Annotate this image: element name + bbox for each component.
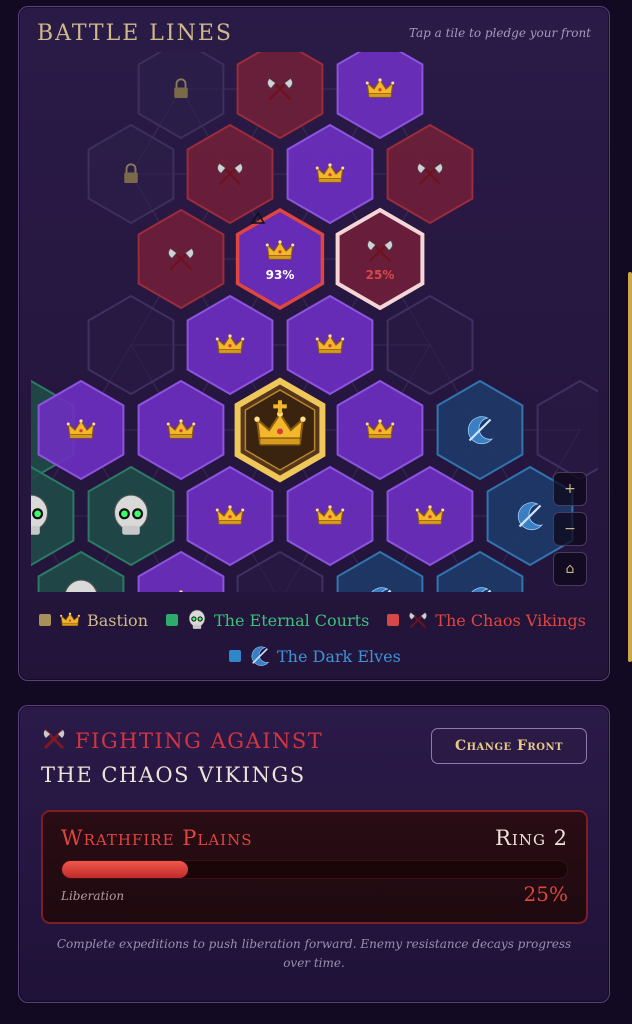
zone-card: Wrathfire Plains Ring 2 Liberation 25% [41,810,588,924]
hex-tile-bastion[interactable] [137,379,225,481]
hex-tile-bastion[interactable] [137,550,225,592]
crossed-axes-icon [407,609,429,631]
skull-icon [186,609,208,631]
hex-tile-eternal[interactable] [87,465,175,567]
moon-blade-icon [251,646,270,666]
tile-progress: 93% [266,268,295,282]
skull-icon [188,609,206,629]
hex-tile-bastion[interactable] [286,123,374,225]
legend-item: The Chaos Vikings [387,609,586,631]
hex-map[interactable]: 93% 25% + − ⌂ [31,52,598,592]
hex-tile-bastion[interactable] [186,465,274,567]
ring-label: Ring 2 [495,826,568,850]
legend-swatch [229,650,241,662]
legend-label: The Chaos Vikings [435,610,586,630]
hex-tile-elves[interactable] [336,550,424,592]
legend-item: Bastion [39,609,148,631]
hex-tile-locked[interactable] [137,52,225,140]
legend-label: The Dark Elves [277,646,401,666]
enemy-faction-name: THE CHAOS VIKINGS [41,763,306,787]
crown-icon [59,609,81,631]
legend-swatch [166,614,178,626]
zone-name: Wrathfire Plains [61,826,253,850]
hex-tile-chaos[interactable] [186,123,274,225]
front-panel: FIGHTING AGAINST THE CHAOS VIKINGS Chang… [18,705,610,1003]
hex-tile-bastion[interactable] [336,52,424,140]
legend-swatch [39,614,51,626]
hex-tile-bastion[interactable]: 93% [235,207,325,311]
hex-tile-chaos[interactable] [386,123,474,225]
legend-label: The Eternal Courts [214,610,370,630]
liberation-progress-fill [62,861,189,878]
hex-tile-bastion[interactable] [286,465,374,567]
liberation-progress-bar [61,860,568,879]
panel-title: BATTLE LINES [37,21,233,46]
change-front-button[interactable]: Change Front [431,728,587,764]
legend-row: The Dark Elves [229,645,419,667]
front-note: Complete expeditions to push liberation … [56,937,572,970]
tile-progress: 25% [366,268,395,282]
hex-tile-empty[interactable] [236,550,324,592]
battle-lines-panel: BATTLE LINES Tap a tile to pledge your f… [18,6,610,681]
legend-row: Bastion The Eternal Courts The Chaos Vikin… [39,609,604,631]
liberation-label: Liberation [61,889,125,903]
page-scrollbar[interactable] [628,272,632,662]
legend-item: The Eternal Courts [166,609,369,631]
hex-tile-bastion[interactable] [186,294,274,396]
panel-hint: Tap a tile to pledge your front [408,26,591,40]
hex-tile-bastion[interactable] [286,294,374,396]
crossed-axes-icon [41,726,67,756]
zoom-in-button[interactable]: + [553,472,587,506]
hex-tile-elves[interactable] [436,379,524,481]
hex-tile-bastion[interactable] [336,379,424,481]
hex-tile-empty[interactable] [87,294,175,396]
legend-label: Bastion [87,610,148,630]
hex-tile-empty[interactable] [536,379,598,481]
hex-map-canvas[interactable]: 93% 25% [31,52,598,592]
hex-tile-chaos[interactable] [236,52,324,140]
liberation-percent: 25% [523,882,568,906]
zoom-out-button[interactable]: − [553,512,587,546]
hex-tile-eternal[interactable] [31,465,75,567]
hex-tile-bastion[interactable] [386,465,474,567]
crossed-axes-icon [409,612,428,628]
crown-icon [60,612,80,627]
fighting-against-label: FIGHTING AGAINST [75,729,324,753]
hex-tile-chaos[interactable] [137,208,225,310]
hex-tile-locked[interactable] [87,123,175,225]
hex-tile-eternal[interactable] [37,550,125,592]
hex-tile-elves[interactable] [436,550,524,592]
legend-item: The Dark Elves [229,645,401,667]
legend-swatch [387,614,400,626]
moon-blade-icon [249,645,271,667]
hex-tile-empty[interactable] [386,294,474,396]
hex-tile-chaos[interactable]: 25% [335,207,425,311]
fighting-header: FIGHTING AGAINST [41,726,323,756]
hex-tile-capital[interactable] [234,377,326,483]
recenter-button[interactable]: ⌂ [553,552,587,586]
